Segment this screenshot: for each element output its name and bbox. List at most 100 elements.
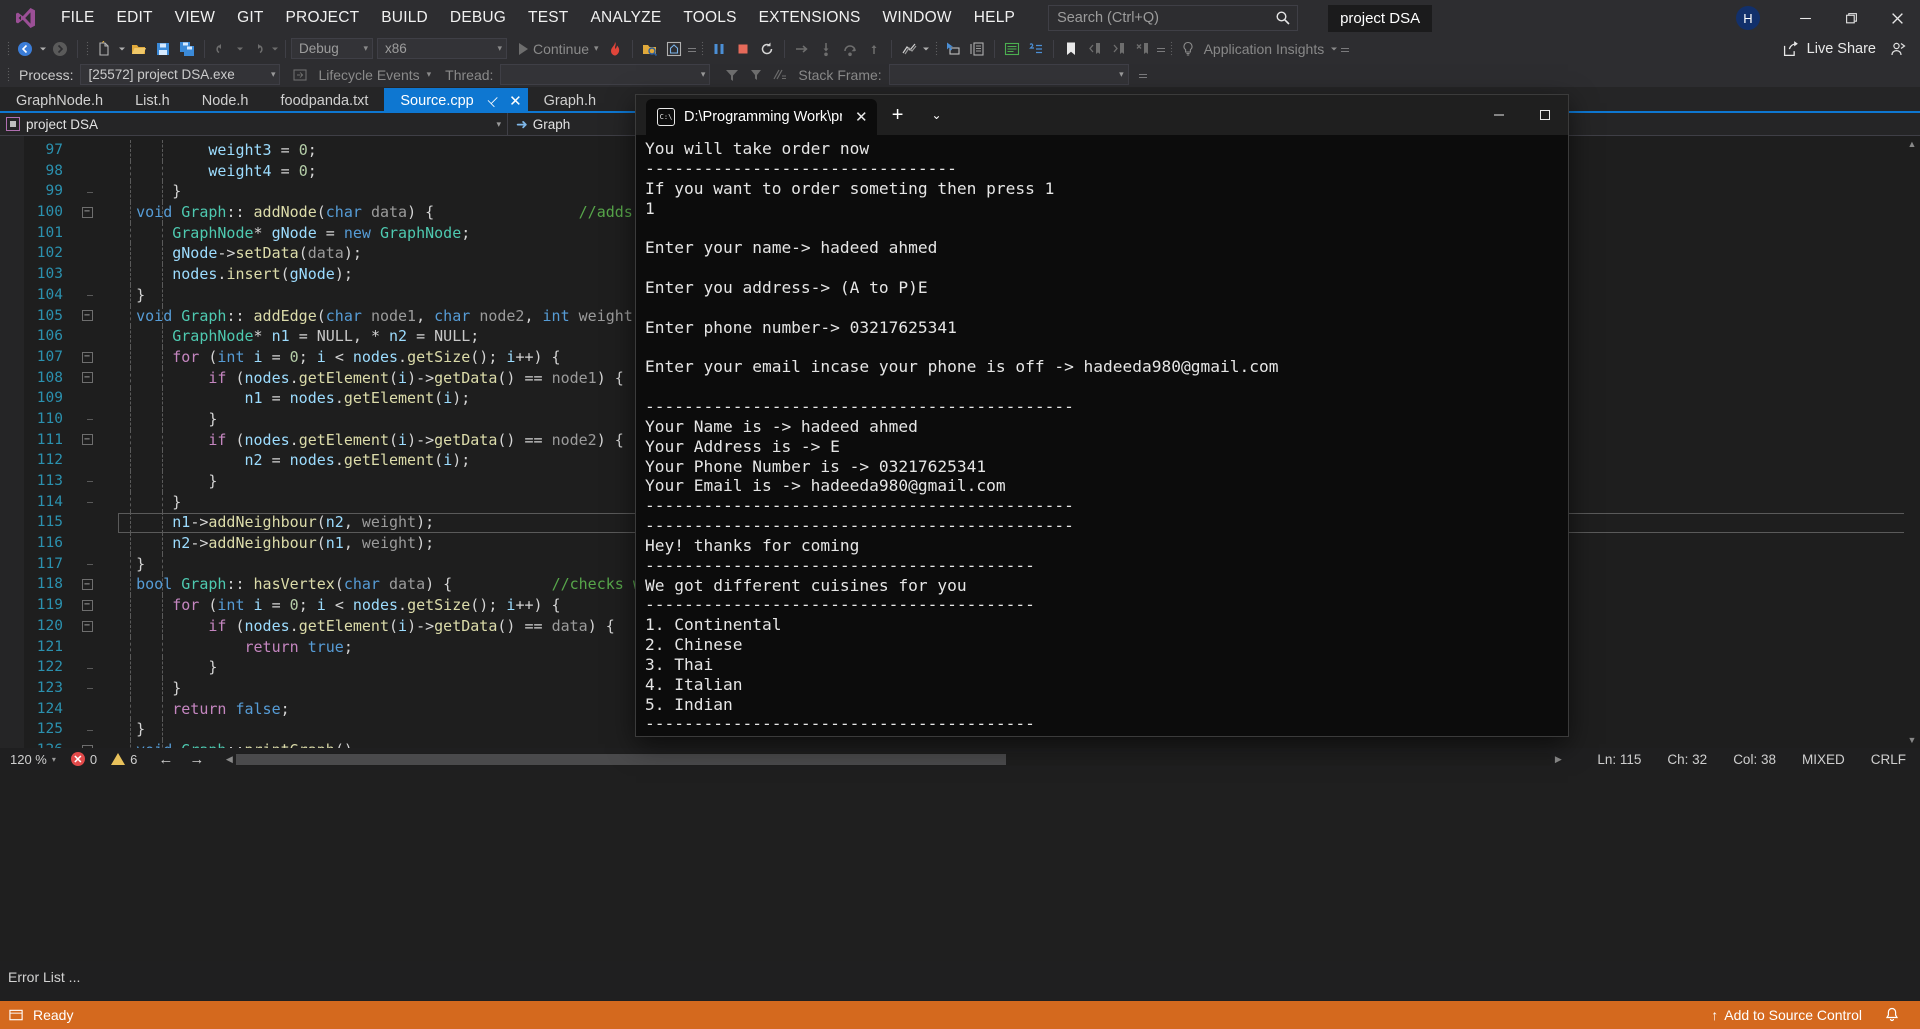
hot-reload-icon[interactable] — [603, 37, 627, 61]
thread-combo[interactable]: ▾ — [500, 64, 711, 85]
pin-icon[interactable]: ⊥ — [484, 91, 503, 110]
menu-view[interactable]: VIEW — [164, 3, 226, 33]
windows-terminal-window[interactable]: C:\ D:\Programming Work\projec ✕ + ⌄ You… — [636, 95, 1568, 736]
menu-edit[interactable]: EDIT — [106, 3, 164, 33]
show-next-statement-icon[interactable] — [790, 37, 814, 61]
terminal-dropdown-button[interactable]: ⌄ — [919, 95, 955, 135]
scroll-left-icon[interactable]: ◀ — [222, 754, 236, 765]
menu-project[interactable]: PROJECT — [275, 3, 371, 33]
home-window-icon[interactable] — [662, 37, 686, 61]
redo-dropdown[interactable] — [269, 45, 280, 53]
add-collaborator-icon[interactable] — [1886, 37, 1910, 61]
fold-margin[interactable]: − — [74, 579, 100, 591]
fold-margin[interactable]: − — [74, 372, 100, 384]
navigate-forward-icon[interactable]: → — [189, 751, 204, 768]
menu-extensions[interactable]: EXTENSIONS — [748, 3, 872, 33]
navigate-backward-button[interactable] — [13, 37, 37, 61]
fold-margin[interactable]: − — [74, 351, 100, 363]
new-terminal-tab-button[interactable]: + — [877, 95, 919, 135]
hscroll-thumb[interactable] — [236, 753, 1007, 765]
collapse-icon[interactable]: − — [81, 351, 93, 363]
select-element-icon[interactable] — [941, 37, 965, 61]
solution-platform-combo[interactable]: x86 ▾ — [377, 38, 507, 59]
notifications-button[interactable] — [1878, 1007, 1906, 1023]
save-all-icon[interactable] — [175, 37, 199, 61]
toolbar-grip[interactable] — [4, 39, 13, 59]
hscroll-track[interactable] — [236, 752, 1552, 766]
toolbar-overflow-3[interactable] — [1339, 46, 1351, 52]
collapse-icon[interactable]: − — [81, 206, 93, 218]
terminal-minimize-button[interactable] — [1476, 95, 1522, 135]
zoom-level-selector[interactable]: 120 % ▾ — [0, 752, 64, 767]
menu-window[interactable]: WINDOW — [872, 3, 963, 33]
scroll-up-icon[interactable]: ▲ — [1904, 136, 1920, 152]
chevron-down-icon-lifecycle[interactable]: ▾ — [427, 69, 432, 80]
live-visual-tree-icon[interactable] — [965, 37, 989, 61]
toolbar-grip-4[interactable] — [932, 39, 941, 59]
terminal-tab-close-icon[interactable]: ✕ — [855, 108, 868, 126]
fold-margin[interactable]: − — [74, 310, 100, 322]
menu-git[interactable]: GIT — [226, 3, 274, 33]
restore-button[interactable] — [1828, 0, 1874, 36]
close-icon[interactable]: ✕ — [509, 92, 522, 110]
navigate-backward-dropdown[interactable] — [37, 45, 48, 53]
filter-stack-icon[interactable] — [720, 63, 744, 87]
tab-graph-h[interactable]: Graph.h — [527, 88, 613, 113]
redo-icon[interactable] — [245, 37, 269, 61]
fold-margin[interactable]: − — [74, 206, 100, 218]
navigate-forward-button[interactable] — [48, 37, 72, 61]
lifecycle-events-icon[interactable] — [288, 63, 312, 87]
tab-source-cpp[interactable]: Source.cpp ⊥ ✕ — [384, 88, 528, 113]
bookmark-icon[interactable] — [1059, 37, 1083, 61]
menu-help[interactable]: HELP — [963, 3, 1026, 33]
search-folder-icon[interactable] — [638, 37, 662, 61]
menu-build[interactable]: BUILD — [370, 3, 439, 33]
stop-debugging-icon[interactable] — [731, 37, 755, 61]
editor-horizontal-scrollbar[interactable]: ◀ ▶ — [218, 752, 1569, 766]
collapse-icon[interactable]: − — [81, 579, 93, 591]
toolbar-overflow-1[interactable] — [686, 46, 698, 52]
fold-margin[interactable]: − — [74, 434, 100, 446]
new-file-dropdown[interactable] — [116, 45, 127, 53]
error-count-badge[interactable]: ✕ 0 — [64, 752, 104, 767]
tab-graphnode-h[interactable]: GraphNode.h — [0, 88, 120, 113]
undo-dropdown[interactable] — [234, 45, 245, 53]
tab-node-h[interactable]: Node.h — [185, 88, 265, 113]
step-over-icon[interactable] — [838, 37, 862, 61]
stack-frame-icon[interactable] — [768, 63, 792, 87]
lightbulb-icon[interactable] — [1176, 37, 1200, 61]
terminal-tab[interactable]: C:\ D:\Programming Work\projec ✕ — [646, 99, 877, 135]
previous-bookmark-icon[interactable] — [1083, 37, 1107, 61]
live-share-button[interactable]: Live Share — [1783, 40, 1876, 57]
fold-margin[interactable]: − — [74, 620, 100, 632]
tab-foodpanda-txt[interactable]: foodpanda.txt — [264, 88, 385, 113]
editor-vertical-scrollbar[interactable]: ▲ ▼ — [1904, 136, 1920, 748]
step-into-icon[interactable] — [814, 37, 838, 61]
break-all-icon[interactable] — [707, 37, 731, 61]
minimize-button[interactable] — [1782, 0, 1828, 36]
application-insights-label[interactable]: Application Insights — [1200, 41, 1329, 57]
add-to-source-control-button[interactable]: ↑ Add to Source Control — [1705, 1007, 1868, 1023]
collapse-icon[interactable]: − — [81, 434, 93, 446]
menu-analyze[interactable]: ANALYZE — [579, 3, 672, 33]
fold-margin[interactable]: − — [74, 599, 100, 611]
clear-bookmarks-icon[interactable] — [1131, 37, 1155, 61]
open-file-icon[interactable] — [127, 37, 151, 61]
diagnostic-tools-icon[interactable] — [897, 37, 921, 61]
error-list-panel[interactable]: Error List ... — [0, 961, 1920, 1001]
warning-count-badge[interactable]: 6 — [104, 752, 144, 767]
toolbar-grip-3[interactable] — [698, 39, 707, 59]
process-combo[interactable]: [25572] project DSA.exe ▾ — [80, 64, 281, 85]
project-dropdown[interactable]: project DSA ▾ — [0, 113, 508, 135]
code-line[interactable]: 126− void Graph::printGraph() — [0, 739, 1920, 748]
terminal-maximize-button[interactable] — [1522, 95, 1568, 135]
navigate-back-icon[interactable]: ← — [158, 751, 173, 768]
debugbar-grip[interactable] — [4, 65, 13, 85]
immediate-window-icon[interactable] — [1024, 37, 1048, 61]
toolbar-overflow-2[interactable] — [1155, 46, 1167, 52]
lifecycle-events-label[interactable]: Lifecycle Events — [312, 67, 426, 83]
tab-list-h[interactable]: List.h — [119, 88, 186, 113]
close-button[interactable] — [1874, 0, 1920, 36]
save-icon[interactable] — [151, 37, 175, 61]
stack-frame-combo[interactable]: ▾ — [888, 64, 1129, 85]
